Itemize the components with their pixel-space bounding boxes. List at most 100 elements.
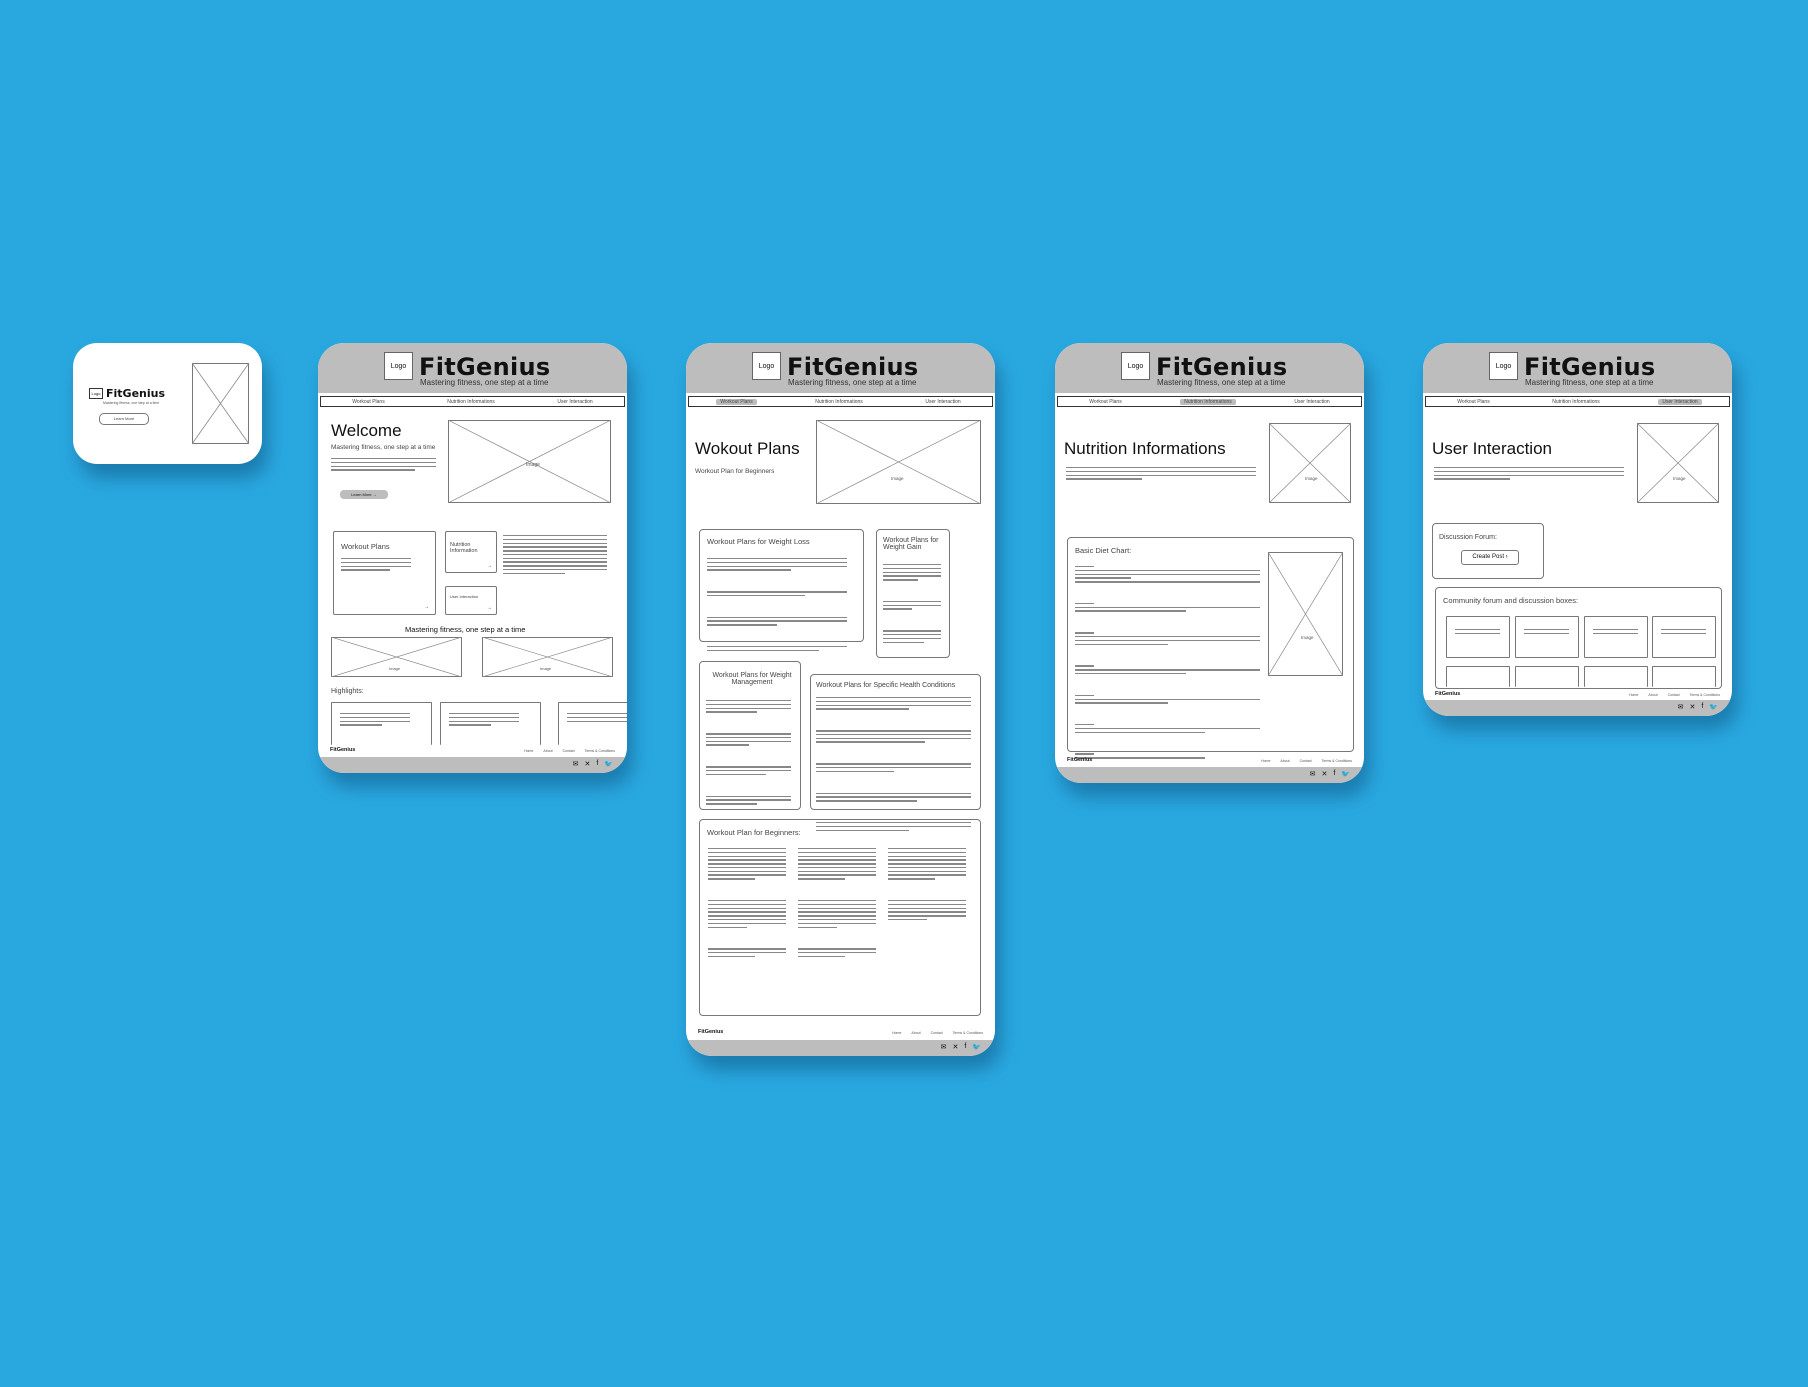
logo[interactable]: Logo: [752, 352, 781, 380]
image-placeholder-1: Image: [331, 637, 462, 677]
nav-nutrition[interactable]: Nutrition Informations: [1548, 399, 1604, 405]
user-card[interactable]: User Interaction →: [445, 586, 497, 615]
svg-text:Image: Image: [891, 476, 904, 481]
twitter-icon[interactable]: 🐦: [604, 760, 613, 768]
create-post-label: Create Post: [1472, 554, 1504, 560]
forum-box[interactable]: [1446, 666, 1510, 687]
twitter-icon[interactable]: 🐦: [1709, 703, 1718, 711]
image-placeholder-2: Image: [482, 637, 613, 677]
nav-bar: Workout Plans Nutrition Informations Use…: [688, 396, 993, 407]
brand-title: FitGenius: [787, 353, 919, 381]
beginners-title: Workout Plan for Beginners:: [707, 828, 801, 837]
facebook-icon[interactable]: f: [1701, 703, 1703, 711]
twitter-icon[interactable]: 🐦: [972, 1043, 981, 1051]
mail-icon[interactable]: ✉: [941, 1043, 947, 1051]
forum-box[interactable]: [1652, 616, 1716, 658]
forum-box[interactable]: [1584, 666, 1648, 687]
footer: ✉ ✕ f 🐦: [686, 1040, 995, 1056]
health-conditions-card: Workout Plans for Specific Health Condit…: [810, 674, 981, 831]
svg-text:Image: Image: [1673, 476, 1686, 481]
x-icon[interactable]: ✕: [952, 1043, 958, 1051]
page-title: Nutrition Informations: [1064, 439, 1226, 458]
header: Logo FitGenius Mastering fitness, one st…: [318, 343, 627, 393]
footer-link-terms[interactable]: Terms & Conditions: [585, 749, 615, 753]
footer-link-terms[interactable]: Terms & Conditions: [1690, 693, 1720, 697]
splash-brand-row: Logo FitGenius: [89, 387, 165, 400]
brand-title: FitGenius: [1524, 353, 1656, 381]
splash-tagline: Mastering fitness, one step at a time: [103, 401, 160, 405]
footer-link-home[interactable]: Home: [892, 1031, 901, 1035]
footer-link-home[interactable]: Home: [1261, 759, 1270, 763]
facebook-icon[interactable]: f: [1333, 770, 1335, 778]
footer-bar: FitGenius Home About Contact Terms & Con…: [330, 747, 615, 757]
workout-page-card: Logo FitGenius Mastering fitness, one st…: [686, 343, 995, 1056]
facebook-icon[interactable]: f: [964, 1043, 966, 1051]
nav-nutrition[interactable]: Nutrition Informations: [443, 399, 499, 405]
arrow-icon: →: [487, 605, 492, 611]
footer-bar: FitGenius Home About Contact Terms & Con…: [698, 1029, 983, 1039]
nav-user-interaction[interactable]: User Interaction: [553, 399, 596, 405]
footer-links: Home About Contact Terms & Conditions: [892, 1031, 983, 1035]
forum-box[interactable]: [1515, 616, 1579, 658]
header: Logo FitGenius Mastering fitness, one st…: [1055, 343, 1364, 393]
arrow-icon: →: [424, 604, 429, 610]
footer-link-terms[interactable]: Terms & Conditions: [1322, 759, 1352, 763]
mail-icon[interactable]: ✉: [573, 760, 579, 768]
forum-box[interactable]: [1515, 666, 1579, 687]
nav-user-interaction[interactable]: User Interaction: [1290, 399, 1333, 405]
weight-gain-card: Workout Plans for Weight Gain: [876, 529, 950, 658]
logo[interactable]: Logo: [1121, 352, 1150, 380]
footer-links: Home About Contact Terms & Conditions: [1629, 693, 1720, 697]
footer-link-contact[interactable]: Contact: [1300, 759, 1312, 763]
mail-icon[interactable]: ✉: [1310, 770, 1316, 778]
user-card-title: User Interaction: [450, 594, 479, 599]
hero-image-placeholder: Image: [448, 420, 611, 503]
footer-link-home[interactable]: Home: [1629, 693, 1638, 697]
x-icon[interactable]: ✕: [1689, 703, 1695, 711]
footer-link-contact[interactable]: Contact: [563, 749, 575, 753]
facebook-icon[interactable]: f: [596, 760, 598, 768]
workout-card[interactable]: Workout Plans →: [333, 531, 436, 615]
nav-workout-plans[interactable]: Workout Plans: [1453, 399, 1493, 405]
footer-link-home[interactable]: Home: [524, 749, 533, 753]
splash-logo: Logo: [89, 388, 103, 399]
forum-box[interactable]: [1652, 666, 1716, 687]
nav-workout-plans[interactable]: Workout Plans: [716, 398, 757, 405]
forum-box[interactable]: [1446, 616, 1510, 658]
nutrition-card-title: Nutrition Information: [450, 542, 478, 554]
splash-learn-more-button[interactable]: Learn More: [99, 413, 149, 425]
logo[interactable]: Logo: [1489, 352, 1518, 380]
nav-user-interaction[interactable]: User Interaction: [1658, 398, 1702, 405]
mail-icon[interactable]: ✉: [1678, 703, 1684, 711]
create-post-button[interactable]: Create Post ›: [1461, 550, 1519, 565]
footer-link-terms[interactable]: Terms & Conditions: [953, 1031, 983, 1035]
footer-link-about[interactable]: About: [1280, 759, 1289, 763]
x-icon[interactable]: ✕: [584, 760, 590, 768]
nav-user-interaction[interactable]: User Interaction: [921, 399, 964, 405]
splash-brand: FitGenius: [106, 387, 166, 400]
footer: ✉ ✕ f 🐦: [318, 757, 627, 773]
page-title: Wokout Plans: [695, 439, 800, 458]
image-label: Image: [526, 462, 540, 468]
logo[interactable]: Logo: [384, 352, 413, 380]
nav-nutrition[interactable]: Nutrition Informations: [811, 399, 867, 405]
page-subtitle: Workout Plan for Beginners: [695, 468, 775, 475]
nutrition-card[interactable]: Nutrition Information →: [445, 531, 497, 573]
footer-link-about[interactable]: About: [911, 1031, 920, 1035]
twitter-icon[interactable]: 🐦: [1341, 770, 1350, 778]
discussion-forum-title: Discussion Forum:: [1439, 534, 1497, 541]
nav-workout-plans[interactable]: Workout Plans: [348, 399, 388, 405]
nav-nutrition[interactable]: Nutrition Informations: [1180, 398, 1236, 405]
learn-more-button[interactable]: Learn More →: [340, 490, 388, 499]
footer-link-about[interactable]: About: [1648, 693, 1657, 697]
footer-bar: FitGenius Home About Contact Terms & Con…: [1067, 757, 1352, 767]
footer-link-contact[interactable]: Contact: [1668, 693, 1680, 697]
footer: ✉ ✕ f 🐦: [1423, 700, 1732, 716]
forum-box[interactable]: [1584, 616, 1648, 658]
nav-workout-plans[interactable]: Workout Plans: [1085, 399, 1125, 405]
x-icon[interactable]: ✕: [1321, 770, 1327, 778]
footer-link-about[interactable]: About: [543, 749, 552, 753]
intro-text: [331, 458, 436, 473]
nav-bar: Workout Plans Nutrition Informations Use…: [320, 396, 625, 407]
footer-link-contact[interactable]: Contact: [931, 1031, 943, 1035]
